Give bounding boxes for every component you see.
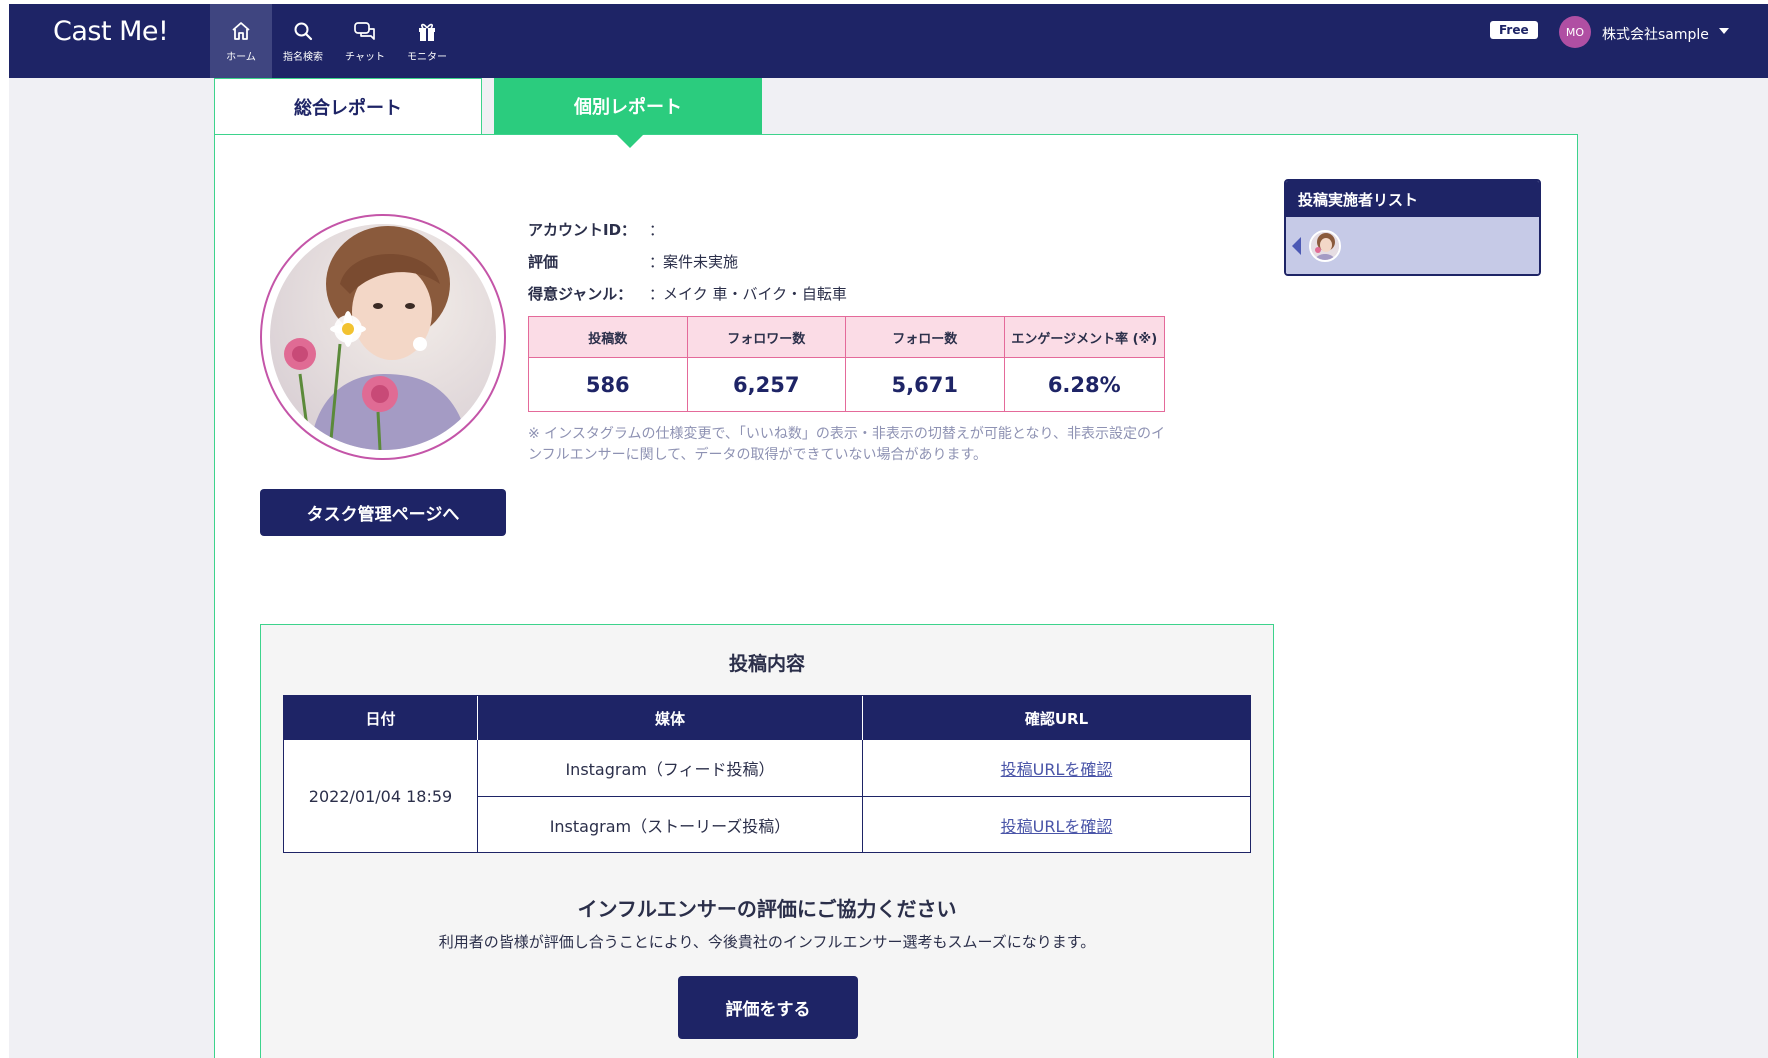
evaluation-subtitle: 利用者の皆様が評価し合うことにより、今後貴社のインフルエンサー選考もスムーズにな… [438, 933, 1096, 951]
post-media: Instagram（ストーリーズ投稿） [478, 797, 863, 852]
chevron-left-icon[interactable] [1292, 236, 1301, 255]
chevron-down-icon[interactable] [1719, 28, 1729, 34]
post-content-section: 投稿内容 日付 媒体 確認URL 2022/01/04 18:59 Instag… [260, 624, 1274, 1058]
poster-avatar[interactable] [1309, 229, 1341, 262]
tab-individual-report[interactable]: 個別レポート [494, 78, 762, 134]
header-url: 確認URL [1024, 709, 1089, 728]
rating-row: 評価 ： 案件未実施 [528, 245, 847, 277]
profile-info: アカウントID： ： 評価 ： 案件未実施 得意ジャンル： ： メイク 車・バイ… [528, 213, 847, 309]
stats-header-following: フォロー数 [846, 317, 1005, 358]
app-logo[interactable]: Cast Me! [53, 16, 169, 47]
post-media: Instagram（フィード投稿） [478, 740, 863, 796]
stats-value-followers: 6,257 [688, 358, 846, 411]
gift-icon [415, 19, 439, 43]
post-table-body: 2022/01/04 18:59 Instagram（フィード投稿） 投稿URL… [284, 740, 1250, 852]
nav-label: チャット [345, 52, 385, 63]
chat-icon [353, 19, 377, 43]
stats-value-row: 586 6,257 5,671 6.28% [529, 358, 1164, 411]
stats-value-following: 5,671 [846, 358, 1005, 411]
active-tab-indicator [616, 134, 644, 148]
app-frame: Cast Me! ホーム 指名検索 チャット モニター Free MO 株式会社… [9, 4, 1768, 1058]
separator: ： [649, 252, 665, 271]
stats-value-posts: 586 [529, 358, 688, 411]
genre-label: 得意ジャンル： [528, 284, 633, 303]
post-url-link[interactable]: 投稿URLを確認 [863, 797, 1250, 852]
instagram-notice: ※ インスタグラムの仕様変更で、「いいね数」の表示・非表示の切替えが可能となり、… [528, 426, 1165, 463]
tab-overall-report[interactable]: 総合レポート [214, 78, 482, 134]
post-rows: Instagram（フィード投稿） 投稿URLを確認 Instagram（ストー… [478, 740, 1250, 852]
top-navbar: Cast Me! ホーム 指名検索 チャット モニター Free MO 株式会社… [9, 4, 1768, 78]
header-date: 日付 [284, 696, 478, 740]
header-media: 媒体 [478, 696, 863, 740]
table-row: Instagram（フィード投稿） 投稿URLを確認 [478, 740, 1250, 796]
evaluation-title: インフルエンサーの評価にご協力ください [577, 897, 957, 921]
task-management-button[interactable]: タスク管理ページへ [260, 489, 506, 536]
stats-header-engagement: エンゲージメント率 (※) [1004, 317, 1164, 358]
stats-value-engagement: 6.28% [1047, 372, 1121, 397]
nav-label: 指名検索 [283, 52, 323, 63]
stats-table: 投稿数 フォロワー数 フォロー数 エンゲージメント率 (※) 586 6,257… [528, 316, 1165, 412]
poster-list-title: 投稿実施者リスト [1286, 181, 1539, 217]
home-icon [229, 19, 253, 43]
evaluate-button[interactable]: 評価をする [678, 976, 858, 1039]
report-panel: タスク管理ページへ アカウントID： ： 評価 ： 案件未実施 得意ジャンル： … [214, 134, 1578, 1058]
post-table-header: 日付 媒体 確認URL [284, 696, 1250, 740]
post-date: 2022/01/04 18:59 [284, 740, 478, 852]
account-id-label: アカウントID： [528, 220, 637, 239]
search-icon [291, 19, 315, 43]
nav-item-monitor[interactable]: モニター [396, 4, 458, 78]
account-id-row: アカウントID： ： [528, 213, 847, 245]
separator: ： [649, 284, 665, 303]
nav-item-home[interactable]: ホーム [210, 4, 272, 78]
main-nav: ホーム 指名検索 チャット モニター [210, 4, 458, 78]
post-content-title: 投稿内容 [728, 653, 805, 675]
poster-list: 投稿実施者リスト [1284, 179, 1541, 276]
nav-label: モニター [407, 52, 447, 63]
stats-header-posts: 投稿数 [529, 317, 688, 358]
poster-list-body [1286, 217, 1539, 274]
nav-item-chat[interactable]: チャット [334, 4, 396, 78]
rating-value: 案件未実施 [663, 252, 739, 271]
post-url-link[interactable]: 投稿URLを確認 [863, 740, 1250, 796]
user-avatar[interactable]: MO [1559, 16, 1591, 48]
stats-header-row: 投稿数 フォロワー数 フォロー数 エンゲージメント率 (※) [529, 317, 1164, 358]
table-row: Instagram（ストーリーズ投稿） 投稿URLを確認 [478, 796, 1250, 852]
company-name[interactable]: 株式会社sample [1602, 24, 1709, 44]
separator: ： [649, 220, 665, 239]
rating-label: 評価 [528, 252, 559, 271]
nav-item-search[interactable]: 指名検索 [272, 4, 334, 78]
stats-header-followers: フォロワー数 [687, 317, 846, 358]
genre-row: 得意ジャンル： ： メイク 車・バイク・自転車 [528, 277, 847, 309]
nav-label: ホーム [226, 52, 256, 63]
profile-image [270, 224, 496, 450]
profile-photo [260, 214, 506, 460]
genre-value: メイク 車・バイク・自転車 [663, 284, 847, 303]
post-table: 日付 媒体 確認URL 2022/01/04 18:59 Instagram（フ… [283, 695, 1251, 853]
plan-badge: Free [1490, 21, 1538, 39]
